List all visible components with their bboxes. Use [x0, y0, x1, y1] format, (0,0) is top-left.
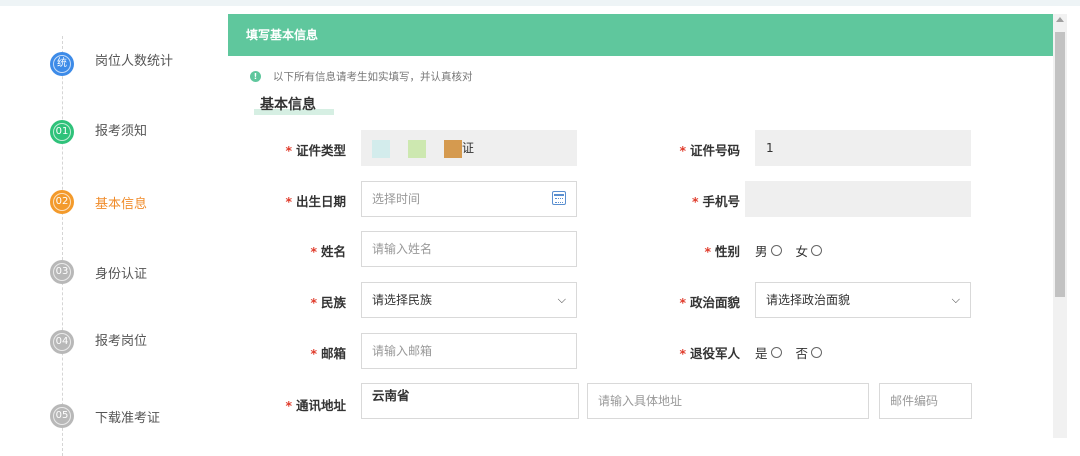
- veteran-radio-group: 是 否: [755, 343, 836, 362]
- section-title: 基本信息: [260, 97, 316, 113]
- political-select[interactable]: 请选择政治面貌 ⌵: [755, 282, 971, 318]
- step-badge: 03: [50, 260, 74, 284]
- id-type-label: * 证件类型: [285, 143, 346, 158]
- province-select[interactable]: 云南省: [361, 383, 579, 419]
- step-label: 报考须知: [95, 124, 148, 139]
- gender-radio-group: 男 女: [755, 241, 836, 260]
- step-notice[interactable]: 01 报考须知: [50, 120, 147, 144]
- form-panel: 填写基本信息 ! 以下所有信息请考生如实填写，并认真核对 基本信息 * 证件类型 …: [228, 14, 1053, 453]
- notice-text: 以下所有信息请考生如实填写，并认真核对: [273, 70, 473, 83]
- info-icon: !: [250, 70, 261, 82]
- step-label: 岗位人数统计: [95, 54, 174, 69]
- step-badge: 01: [50, 120, 74, 144]
- gender-male-radio[interactable]: 男: [755, 241, 782, 260]
- phone-label: * 手机号: [691, 194, 740, 209]
- veteran-no-radio[interactable]: 否: [796, 343, 823, 362]
- step-label: 身份认证: [95, 267, 148, 282]
- redacted-block: [444, 139, 462, 158]
- step-basic-info[interactable]: 02 基本信息: [50, 190, 147, 214]
- redacted-block: [372, 139, 390, 158]
- email-input[interactable]: 请输入邮箱: [361, 333, 577, 369]
- name-label: * 姓名: [310, 244, 346, 259]
- scroll-up-arrow-icon[interactable]: [1056, 17, 1064, 22]
- postcode-input[interactable]: 邮件编码: [879, 383, 972, 419]
- step-badge: 05: [50, 404, 74, 428]
- gender-female-radio[interactable]: 女: [796, 241, 823, 260]
- redacted-block: [408, 139, 426, 158]
- gender-label: * 性别: [704, 244, 740, 259]
- scroll-thumb[interactable]: [1055, 32, 1065, 297]
- step-admission-ticket[interactable]: 05 下载准考证: [50, 404, 160, 428]
- step-stats[interactable]: 统 岗位人数统计: [50, 52, 173, 76]
- calendar-icon[interactable]: [552, 191, 566, 205]
- address-label: * 通讯地址: [285, 398, 346, 413]
- step-identity[interactable]: 03 身份认证: [50, 260, 147, 284]
- political-label: * 政治面貌: [679, 295, 740, 310]
- ethnicity-label: * 民族: [310, 295, 346, 310]
- vertical-scrollbar[interactable]: [1053, 14, 1067, 438]
- birth-date-label: * 出生日期: [285, 194, 346, 209]
- step-badge: 统: [50, 52, 74, 76]
- step-label: 下载准考证: [95, 411, 161, 426]
- veteran-label: * 退役军人: [679, 346, 740, 361]
- notice: ! 以下所有信息请考生如实填写，并认真核对: [250, 66, 473, 86]
- address-detail-input[interactable]: 请输入具体地址: [587, 383, 869, 419]
- name-input[interactable]: 请输入姓名: [361, 231, 577, 267]
- chevron-down-icon: ⌵: [951, 293, 960, 306]
- step-badge: 02: [50, 190, 74, 214]
- step-position[interactable]: 04 报考岗位: [50, 330, 147, 354]
- step-label: 报考岗位: [95, 334, 148, 349]
- step-badge: 04: [50, 330, 74, 354]
- panel-header: 填写基本信息: [228, 14, 1053, 56]
- birth-date-picker[interactable]: 选择时间: [361, 181, 577, 217]
- veteran-yes-radio[interactable]: 是: [755, 343, 782, 362]
- chevron-down-icon: ⌵: [557, 293, 566, 306]
- phone-field[interactable]: [745, 181, 971, 217]
- email-label: * 邮箱: [310, 346, 346, 361]
- step-connector-line: [62, 36, 63, 456]
- step-label: 基本信息: [95, 197, 148, 212]
- ethnicity-select[interactable]: 请选择民族 ⌵: [361, 282, 577, 318]
- id-number-label: * 证件号码: [679, 143, 740, 158]
- id-number-field[interactable]: 1: [755, 130, 971, 166]
- id-type-field[interactable]: 证: [361, 130, 577, 166]
- step-sidebar: 统 岗位人数统计 01 报考须知 02 基本信息 03 身份认证 04 报考岗位…: [0, 6, 228, 456]
